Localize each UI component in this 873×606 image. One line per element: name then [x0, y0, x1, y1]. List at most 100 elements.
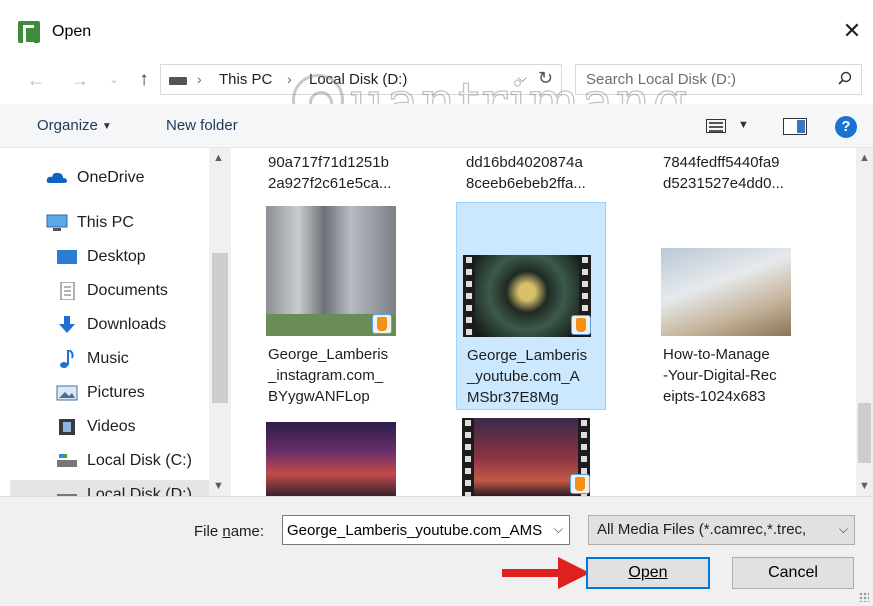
videos-icon [56, 418, 78, 436]
recent-locations-chevron-icon[interactable]: ⌄ [102, 68, 126, 92]
navigation-pane: OneDrive This PC Desktop Documents Downl… [0, 148, 232, 496]
sidebar-item-downloads[interactable]: Downloads [56, 310, 166, 340]
video-thumbnail [474, 418, 578, 496]
video-thumbnail [475, 255, 579, 337]
music-note-icon [56, 349, 78, 368]
camtasia-app-icon [18, 21, 40, 45]
vlc-badge-icon [571, 315, 591, 335]
window-title: Open [52, 23, 92, 40]
sidebar-item-label: Local Disk (D:) [87, 486, 192, 496]
sidebar-item-label: Local Disk (C:) [87, 452, 192, 469]
sidebar-item-label: Desktop [87, 248, 146, 265]
new-folder-button[interactable]: New folder [166, 117, 238, 134]
sidebar-item-label: Pictures [87, 384, 145, 401]
sidebar-item-local-disk-c[interactable]: Local Disk (C:) [56, 446, 192, 476]
chevron-down-icon[interactable]: ⌵ [839, 522, 848, 537]
change-view-icon[interactable] [706, 119, 726, 133]
organize-label: Organize [37, 117, 98, 134]
title-bar: Open ✕ [0, 0, 873, 64]
sidebar-item-videos[interactable]: Videos [56, 412, 136, 442]
film-strip-icon [462, 418, 474, 496]
sidebar-item-label: This PC [77, 214, 134, 231]
scrollbar-thumb[interactable] [858, 403, 871, 463]
scroll-up-icon[interactable]: ▲ [859, 152, 870, 164]
video-thumbnail [266, 422, 396, 496]
file-name-label: File name: [194, 523, 265, 540]
scroll-down-icon[interactable]: ▼ [859, 480, 870, 492]
file-name-combobox[interactable]: ⌵ [282, 515, 570, 545]
file-name: How-to-Manage -Your-Digital-Rec eipts-10… [663, 346, 777, 405]
breadcrumb-separator: › [197, 71, 202, 87]
file-item[interactable] [258, 418, 408, 496]
sidebar-item-desktop[interactable]: Desktop [56, 242, 146, 272]
file-item[interactable] [456, 418, 606, 496]
sidebar-item-onedrive[interactable]: OneDrive [46, 163, 145, 193]
sidebar-item-this-pc[interactable]: This PC [46, 208, 134, 238]
file-name: George_Lamberis _instagram.com_ BYygwANF… [268, 346, 389, 405]
sidebar-item-label: Documents [87, 282, 168, 299]
drive-icon [169, 77, 187, 85]
file-list-scrollbar[interactable]: ▲ ▼ [856, 148, 873, 496]
image-thumbnail [661, 248, 791, 336]
sidebar-item-documents[interactable]: Documents [56, 276, 168, 306]
file-item[interactable]: dd16bd4020874a 8ceeb6ebeb2ffa... [456, 152, 606, 202]
file-name-input[interactable] [283, 516, 543, 544]
file-name: 7844fedff5440fa9 d5231527e4dd0... [663, 154, 784, 192]
address-bar[interactable]: › This PC › Local Disk (D:) ⌵ ↻ [160, 64, 562, 95]
sidebar-item-label: Videos [87, 418, 136, 435]
drive-d-icon [56, 486, 78, 496]
close-button[interactable]: ✕ [839, 18, 865, 44]
pictures-icon [56, 384, 78, 402]
chevron-down-icon[interactable]: ⌵ [554, 522, 563, 537]
scroll-up-icon[interactable]: ▲ [213, 152, 224, 164]
file-name: dd16bd4020874a 8ceeb6ebeb2ffa... [466, 154, 586, 192]
documents-icon [56, 281, 78, 301]
scrollbar-thumb[interactable] [212, 253, 228, 403]
file-item[interactable]: George_Lamberis _instagram.com_ BYygwANF… [258, 202, 408, 410]
sidebar-item-pictures[interactable]: Pictures [56, 378, 145, 408]
back-arrow-icon[interactable]: ← [24, 68, 48, 92]
file-name: 90a717f71d1251b 2a927f2c61e5ca... [268, 154, 392, 192]
address-dropdown-icon[interactable]: ⌵ [518, 71, 527, 86]
search-box[interactable] [575, 64, 862, 95]
breadcrumb-local-disk-d[interactable]: Local Disk (D:) [309, 71, 407, 88]
vlc-badge-icon [372, 314, 392, 334]
up-arrow-icon[interactable]: ↑ [132, 68, 156, 92]
search-icon[interactable] [838, 71, 852, 85]
sidebar-item-local-disk-d[interactable]: Local Disk (D:) [10, 480, 210, 496]
file-item[interactable]: How-to-Manage -Your-Digital-Rec eipts-10… [653, 202, 803, 410]
red-arrow-annotation-icon [502, 557, 590, 589]
caret-down-icon: ▼ [101, 120, 112, 132]
desktop-icon [56, 248, 78, 266]
vlc-badge-icon [570, 474, 590, 494]
scroll-down-icon[interactable]: ▼ [213, 480, 224, 492]
file-item-selected[interactable]: George_Lamberis _youtube.com_A MSbr37E8M… [456, 202, 606, 410]
preview-pane-icon[interactable] [783, 118, 807, 135]
breadcrumb-this-pc[interactable]: This PC [219, 71, 272, 88]
search-input[interactable] [576, 65, 816, 94]
resize-grip-icon[interactable] [859, 592, 869, 602]
sidebar-item-label: OneDrive [77, 169, 145, 186]
view-options-caret-icon[interactable]: ▼ [738, 119, 749, 131]
file-list: 90a717f71d1251b 2a927f2c61e5ca... dd16bd… [232, 148, 856, 496]
sidebar-item-label: Downloads [87, 316, 167, 333]
nav-pane-scrollbar[interactable]: ▲ ▼ [209, 148, 231, 496]
file-item[interactable]: 90a717f71d1251b 2a927f2c61e5ca... [258, 152, 408, 202]
download-arrow-icon [56, 316, 78, 334]
file-type-filter-value: All Media Files (*.camrec,*.trec, [597, 521, 807, 538]
refresh-icon[interactable]: ↻ [538, 68, 553, 89]
computer-icon [46, 214, 68, 232]
help-icon[interactable]: ? [835, 116, 857, 138]
cloud-icon [46, 169, 68, 187]
file-type-filter-select[interactable]: All Media Files (*.camrec,*.trec, ⌵ [588, 515, 855, 545]
sidebar-item-label: Music [87, 350, 129, 367]
command-toolbar: Organize ▼ New folder ▼ ? [0, 104, 873, 148]
file-item[interactable]: 7844fedff5440fa9 d5231527e4dd0... [653, 152, 803, 202]
film-strip-icon [463, 255, 475, 339]
sidebar-item-music[interactable]: Music [56, 344, 129, 374]
cancel-button[interactable]: Cancel [732, 557, 854, 589]
organize-button[interactable]: Organize ▼ [37, 117, 112, 134]
forward-arrow-icon[interactable]: → [68, 68, 92, 92]
file-name: George_Lamberis _youtube.com_A MSbr37E8M… [467, 347, 588, 406]
open-button[interactable]: Open [586, 557, 710, 589]
